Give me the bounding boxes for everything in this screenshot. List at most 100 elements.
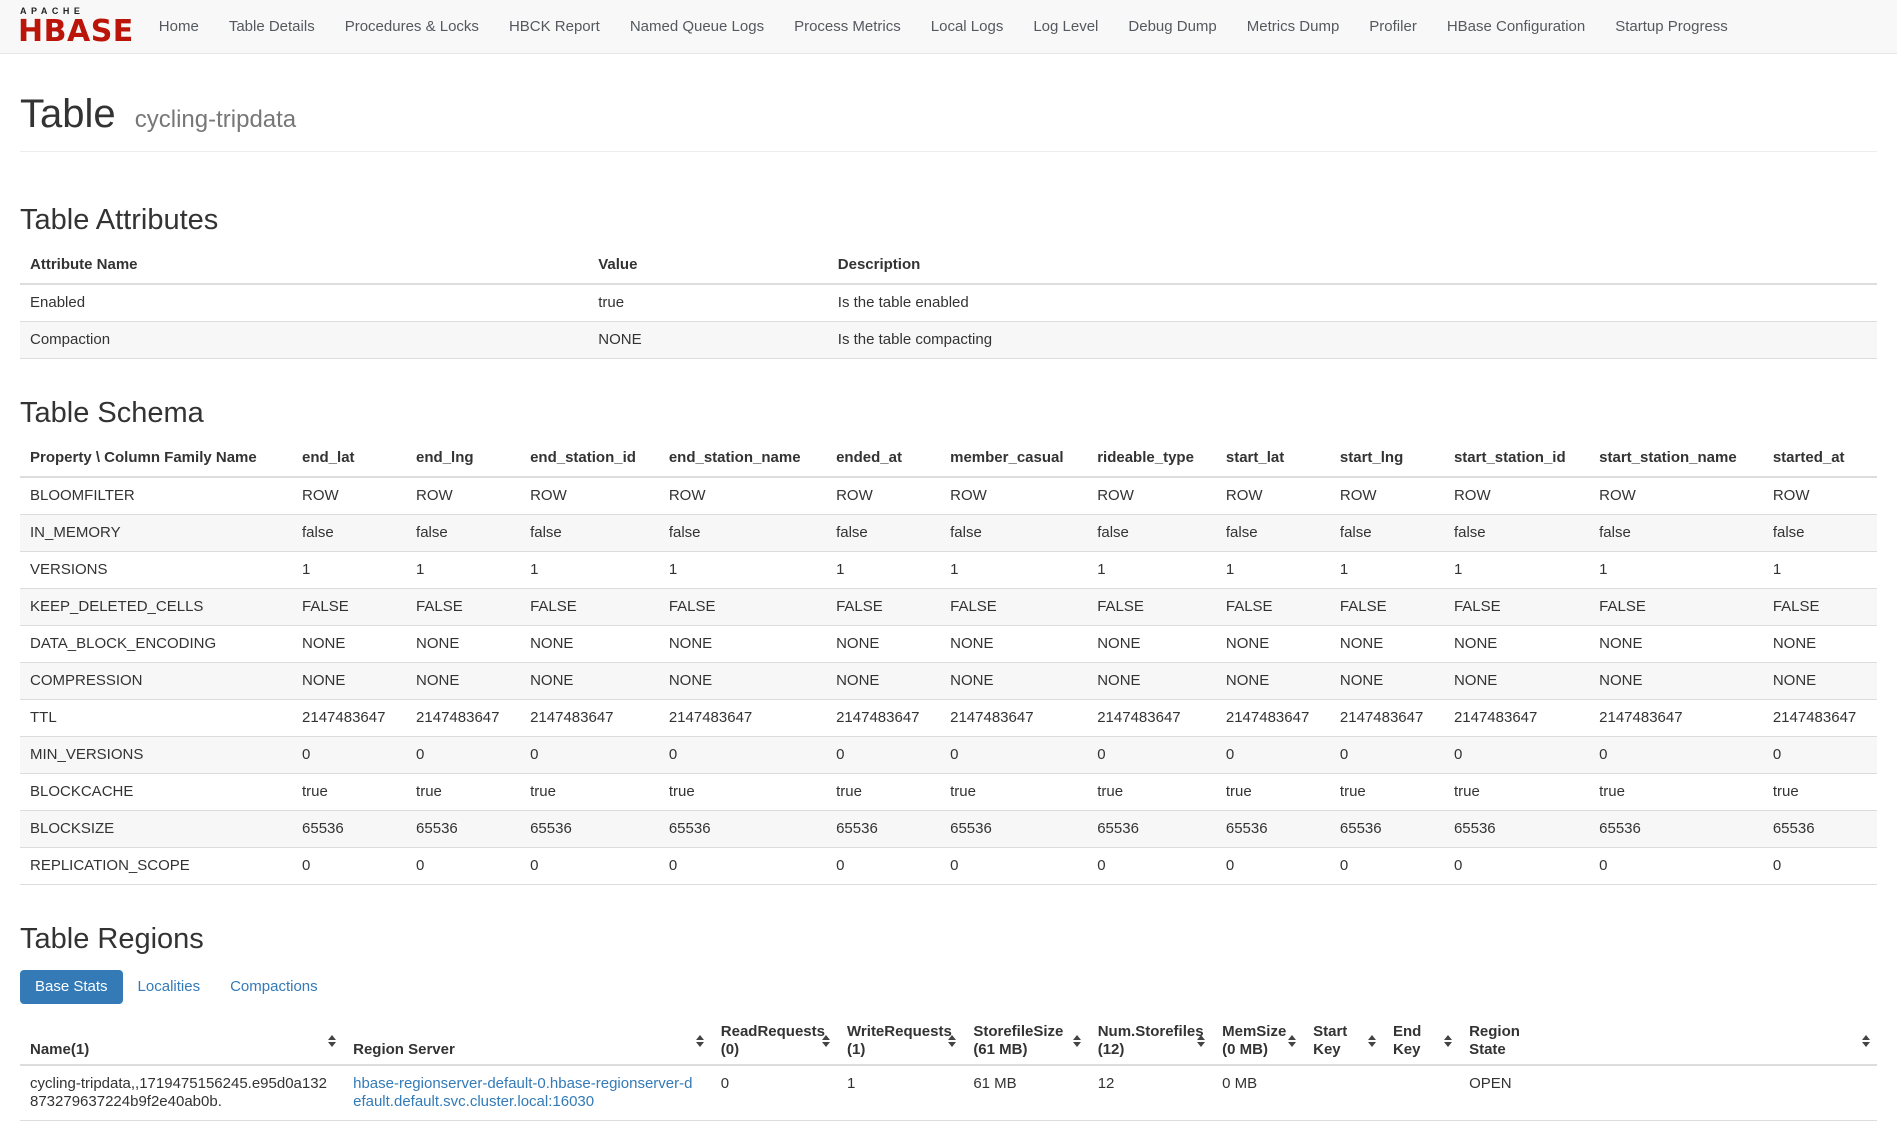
sort-icon[interactable] <box>1197 1035 1205 1047</box>
cell: MIN_VERSIONS <box>20 737 292 774</box>
cell: 1 <box>1763 552 1877 589</box>
cell: FALSE <box>406 589 520 626</box>
cell: NONE <box>1330 626 1444 663</box>
column-label: MemSize (0 MB) <box>1222 1023 1286 1059</box>
column-header-storefilesize-61-mb[interactable]: StorefileSize (61 MB) <box>963 1018 1087 1065</box>
page-title: Table <box>20 92 116 136</box>
cell: FALSE <box>940 589 1087 626</box>
sort-icon[interactable] <box>1444 1035 1452 1047</box>
cell: NONE <box>940 626 1087 663</box>
cell: 0 <box>659 848 826 885</box>
column-label: WriteRequests (1) <box>847 1023 952 1059</box>
cell: NONE <box>406 626 520 663</box>
cell: 2147483647 <box>659 700 826 737</box>
cell: IN_MEMORY <box>20 515 292 552</box>
sort-icon[interactable] <box>1073 1035 1081 1047</box>
nav-item-log-level[interactable]: Log Level <box>1018 18 1113 35</box>
cell: 0 <box>292 848 406 885</box>
cell: ROW <box>1589 477 1763 515</box>
column-label: StorefileSize (61 MB) <box>973 1023 1063 1059</box>
nav-item-procedures-locks[interactable]: Procedures & Locks <box>330 18 494 35</box>
nav-item-hbase-configuration[interactable]: HBase Configuration <box>1432 18 1600 35</box>
page-header: Table cycling-tripdata <box>20 92 1877 137</box>
column-header-description: Description <box>828 247 1877 284</box>
column-header-region-server[interactable]: Region Server <box>343 1018 711 1065</box>
cell: 65536 <box>1763 811 1877 848</box>
sort-icon[interactable] <box>696 1035 704 1047</box>
table-row: REPLICATION_SCOPE000000000000 <box>20 848 1877 885</box>
cell: NONE <box>1444 663 1589 700</box>
cell: true <box>406 774 520 811</box>
nav-item-profiler[interactable]: Profiler <box>1354 18 1432 35</box>
cell: NONE <box>1087 626 1216 663</box>
column-header-region-state[interactable]: Region State <box>1459 1018 1877 1065</box>
cell: true <box>1444 774 1589 811</box>
cell: Is the table compacting <box>828 322 1877 359</box>
cell: false <box>1444 515 1589 552</box>
attributes-table: Attribute NameValueDescriptionEnabledtru… <box>20 247 1877 359</box>
tab-base-stats[interactable]: Base Stats <box>20 970 123 1004</box>
region-server-link[interactable]: hbase-regionserver-default-0.hbase-regio… <box>353 1075 692 1110</box>
cell: 2147483647 <box>1763 700 1877 737</box>
nav-item-named-queue-logs[interactable]: Named Queue Logs <box>615 18 779 35</box>
cell: NONE <box>520 626 659 663</box>
hbase-logo[interactable]: APACHE HBASE <box>18 7 134 47</box>
cell: REPLICATION_SCOPE <box>20 848 292 885</box>
region-cell-storefile-size: 61 MB <box>963 1065 1087 1121</box>
nav-item-debug-dump[interactable]: Debug Dump <box>1113 18 1231 35</box>
table-row: BLOOMFILTERROWROWROWROWROWROWROWROWROWRO… <box>20 477 1877 515</box>
sort-icon[interactable] <box>328 1035 336 1047</box>
column-header-readrequests-0[interactable]: ReadRequests (0) <box>711 1018 837 1065</box>
sort-icon[interactable] <box>822 1035 830 1047</box>
cell: 1 <box>292 552 406 589</box>
cell: 0 <box>1216 848 1330 885</box>
cell: false <box>520 515 659 552</box>
column-header-memsize-0-mb[interactable]: MemSize (0 MB) <box>1212 1018 1303 1065</box>
cell: 0 <box>1589 848 1763 885</box>
column-header-start-key[interactable]: Start Key <box>1303 1018 1383 1065</box>
column-header-ended-at: ended_at <box>826 440 940 477</box>
column-header-attribute-name: Attribute Name <box>20 247 588 284</box>
cell: ROW <box>1330 477 1444 515</box>
column-header-start-lng: start_lng <box>1330 440 1444 477</box>
column-header-num-storefiles-12[interactable]: Num.Storefiles (12) <box>1088 1018 1212 1065</box>
cell: NONE <box>1330 663 1444 700</box>
nav-item-table-details[interactable]: Table Details <box>214 18 330 35</box>
sort-icon[interactable] <box>1288 1035 1296 1047</box>
header-row: Name(1)Region ServerReadRequests (0) Writ… <box>20 1018 1877 1065</box>
cell: 2147483647 <box>826 700 940 737</box>
sort-icon[interactable] <box>1862 1035 1870 1047</box>
nav-item-startup-progress[interactable]: Startup Progress <box>1600 18 1743 35</box>
column-header-name-1[interactable]: Name(1) <box>20 1018 343 1065</box>
sort-icon[interactable] <box>1368 1035 1376 1047</box>
cell: 0 <box>1087 737 1216 774</box>
column-header-writerequests-1[interactable]: WriteRequests (1) <box>837 1018 963 1065</box>
cell: NONE <box>659 663 826 700</box>
nav-item-local-logs[interactable]: Local Logs <box>916 18 1019 35</box>
regions-heading: Table Regions <box>20 923 1877 956</box>
cell: 1 <box>826 552 940 589</box>
cell: 1 <box>1330 552 1444 589</box>
nav-item-home[interactable]: Home <box>144 18 214 35</box>
sort-icon[interactable] <box>948 1035 956 1047</box>
nav-item-metrics-dump[interactable]: Metrics Dump <box>1232 18 1355 35</box>
table-row: IN_MEMORYfalsefalsefalsefalsefalsefalsef… <box>20 515 1877 552</box>
column-label: Num.Storefiles (12) <box>1098 1023 1204 1059</box>
nav-item-process-metrics[interactable]: Process Metrics <box>779 18 916 35</box>
region-cell-num-storefiles: 12 <box>1088 1065 1212 1121</box>
cell: true <box>292 774 406 811</box>
cell: 0 <box>1763 848 1877 885</box>
cell: true <box>1216 774 1330 811</box>
tab-localities[interactable]: Localities <box>123 970 216 1004</box>
navbar: APACHE HBASE HomeTable DetailsProcedures… <box>0 0 1897 54</box>
column-header-end-key[interactable]: End Key <box>1383 1018 1459 1065</box>
cell: ROW <box>1087 477 1216 515</box>
schema-heading: Table Schema <box>20 397 1877 430</box>
table-row: KEEP_DELETED_CELLSFALSEFALSEFALSEFALSEFA… <box>20 589 1877 626</box>
cell: 1 <box>520 552 659 589</box>
cell: 65536 <box>406 811 520 848</box>
header-divider <box>20 151 1877 152</box>
cell: 0 <box>826 848 940 885</box>
nav-item-hbck-report[interactable]: HBCK Report <box>494 18 615 35</box>
tab-compactions[interactable]: Compactions <box>215 970 333 1004</box>
